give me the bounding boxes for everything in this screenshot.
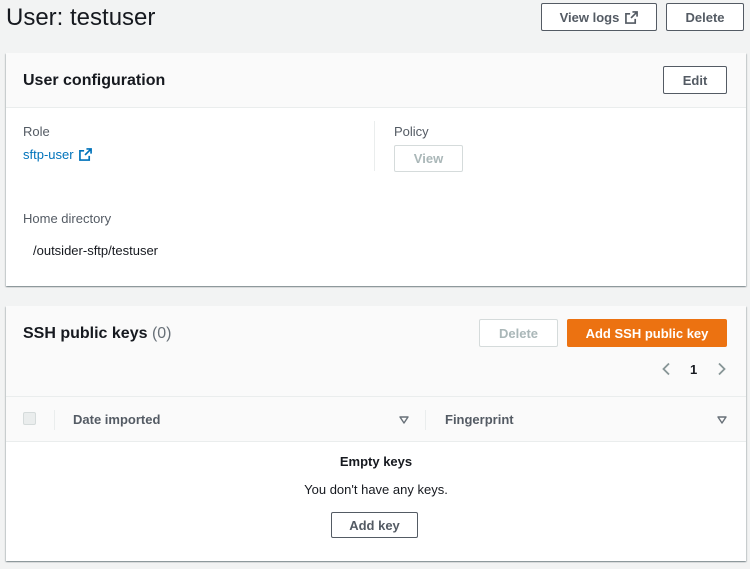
ssh-keys-title: SSH public keys (0) — [23, 325, 172, 343]
ssh-keys-title-text: SSH public keys — [23, 325, 148, 342]
user-configuration-title: User configuration — [23, 72, 166, 89]
column-divider — [54, 410, 55, 430]
delete-user-button[interactable]: Delete — [666, 3, 744, 31]
external-link-icon — [78, 148, 92, 161]
role-link[interactable]: sftp-user — [23, 147, 92, 162]
view-logs-label: View logs — [559, 9, 620, 25]
user-configuration-panel: User configuration Edit Role sftp-user P… — [6, 53, 746, 286]
empty-state-title: Empty keys — [339, 454, 413, 469]
select-all-checkbox[interactable] — [23, 412, 36, 425]
policy-label: Policy — [394, 124, 429, 139]
keys-table-header: Date imported Fingerprint — [6, 396, 746, 442]
ssh-public-keys-panel: SSH public keys (0) Delete Add SSH publi… — [6, 306, 746, 561]
policy-view-button[interactable]: View — [394, 145, 463, 172]
column-divider — [425, 410, 426, 430]
delete-key-button[interactable]: Delete — [479, 319, 558, 347]
role-label: Role — [23, 124, 50, 139]
home-directory-label: Home directory — [23, 211, 112, 226]
external-link-icon — [625, 10, 639, 24]
next-page-icon[interactable] — [714, 362, 728, 376]
previous-page-icon[interactable] — [660, 362, 674, 376]
role-link-text: sftp-user — [23, 147, 74, 162]
add-ssh-public-key-button[interactable]: Add SSH public key — [567, 319, 727, 347]
empty-state-message: You don't have any keys. — [304, 482, 448, 497]
ssh-keys-count: (0) — [151, 325, 172, 342]
column-header-date-imported[interactable]: Date imported — [73, 412, 160, 427]
current-page-number[interactable]: 1 — [690, 362, 697, 377]
edit-button[interactable]: Edit — [663, 66, 727, 94]
column-header-fingerprint[interactable]: Fingerprint — [445, 412, 514, 427]
add-key-button[interactable]: Add key — [331, 512, 418, 538]
sort-caret-down-icon[interactable] — [717, 416, 727, 424]
view-logs-button[interactable]: View logs — [541, 3, 657, 31]
column-divider — [374, 121, 375, 171]
home-directory-value: /outsider-sftp/testuser — [33, 243, 158, 258]
sort-caret-down-icon[interactable] — [399, 416, 409, 424]
page-title: User: testuser — [6, 4, 156, 31]
